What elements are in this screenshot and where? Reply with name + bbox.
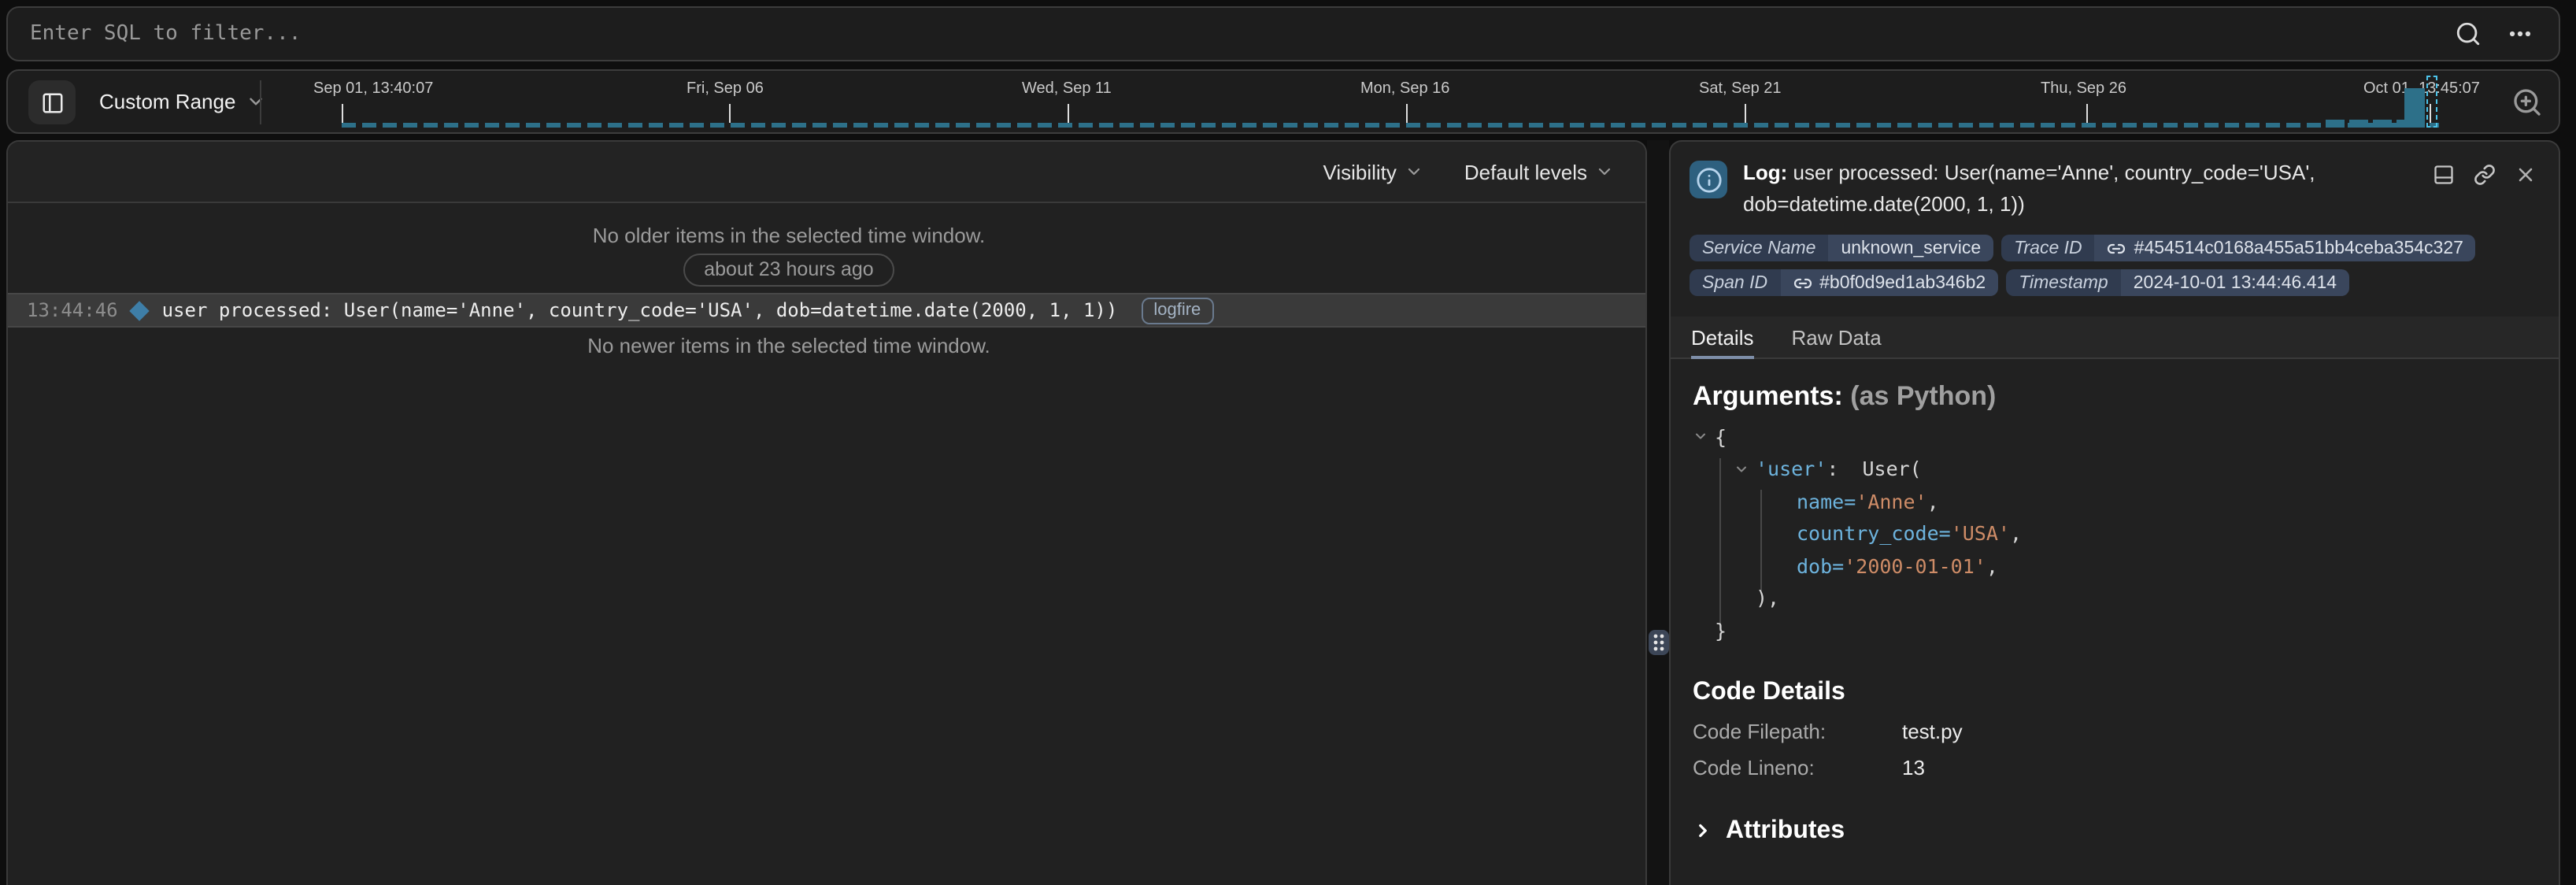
log-list-panel: Visibility Default levels No older items… [6,140,1647,885]
info-icon [1690,161,1727,198]
code-line: } [1693,614,2537,646]
timeline-tick-mark [342,104,343,123]
log-timestamp: 13:44:46 [27,299,118,321]
timeline-tick-mark [2086,104,2088,123]
histogram-bar [2373,120,2392,128]
metadata-badge: Timestamp2024-10-01 13:44:46.414 [2006,269,2349,296]
badge-label: Span ID [1690,269,1780,296]
timeline-tick-label: Thu, Sep 26 [2041,80,2126,98]
code-detail-label: Code Lineno: [1693,755,1902,779]
log-level-diamond-icon [129,300,149,320]
code-line: ), [1693,582,2537,614]
log-detail-panel: Log: user processed: User(name='Anne', c… [1669,140,2560,885]
badge-value: 2024-10-01 13:44:46.414 [2121,269,2349,296]
arguments-heading: Arguments: (as Python) [1693,381,2537,413]
code-line: { [1693,420,2537,453]
detail-title: Log: user processed: User(name='Anne', c… [1743,157,2360,220]
timeline-cursor[interactable] [2426,76,2437,128]
time-ago-badge: about 23 hours ago [683,254,894,287]
default-levels-label: Default levels [1464,160,1587,183]
detail-tabs: Details Raw Data [1671,317,2559,359]
tab-raw-data[interactable]: Raw Data [1792,317,1882,357]
badge-row: Span ID#b0f0d9ed1ab346b2 Timestamp2024-10… [1690,269,2540,296]
attributes-toggle[interactable]: Attributes [1693,816,2537,845]
code-line: 'user': User( [1693,453,2537,485]
detail-body: Arguments: (as Python) {'user': User(nam… [1671,359,2559,845]
link-icon[interactable] [2108,239,2126,257]
panel-resizer[interactable] [1647,140,1669,885]
code-detail-row: Code Filepath:test.py [1693,719,2537,742]
attributes-label: Attributes [1726,816,1845,845]
metadata-badge: Trace ID#454514c0168a455a51bb4ceba354c32… [2001,235,2476,261]
timeline-tick-label: Sat, Sep 21 [1699,80,1782,98]
logfire-app: Custom Range Sep 01, 13:40:07Fri, Sep 06… [0,0,2576,885]
visibility-dropdown[interactable]: Visibility [1323,160,1423,183]
badge-value[interactable]: #454514c0168a455a51bb4ceba354c327 [2095,235,2476,261]
default-levels-dropdown[interactable]: Default levels [1464,160,1614,183]
metadata-badges: Service Nameunknown_service Trace ID#4545… [1671,220,2559,296]
no-newer-items-note: No newer items in the selected time wind… [8,334,1645,357]
chevron-down-icon [1595,162,1614,181]
drag-handle-icon[interactable] [1648,630,1668,655]
arguments-code-tree: {'user': User(name='Anne',country_code='… [1693,420,2537,646]
detail-title-message: user processed: User(name='Anne', countr… [1743,161,2315,216]
timeline-bar: Custom Range Sep 01, 13:40:07Fri, Sep 06… [6,69,2560,134]
log-row[interactable]: 13:44:46 user processed: User(name='Anne… [8,293,1645,328]
log-message: user processed: User(name='Anne', countr… [162,299,1118,321]
histogram-spike-bar [2404,88,2425,128]
code-line: country_code='USA', [1693,517,2537,550]
metadata-badge: Span ID#b0f0d9ed1ab346b2 [1690,269,1998,296]
histogram-bar [2326,120,2345,128]
histogram-bar [2349,120,2368,128]
code-detail-value: test.py [1902,719,1963,742]
sql-filter-input[interactable] [8,8,2455,60]
code-detail-row: Code Lineno:13 [1693,755,2537,779]
timeline-tick-mark [1068,104,1069,123]
code-details-heading: Code Details [1693,678,2537,706]
timeline-tick-mark [729,104,731,123]
badge-label: Trace ID [2001,235,2095,261]
code-line: dob='2000-01-01', [1693,550,2537,582]
copy-link-icon[interactable] [2474,164,2496,186]
code-details-rows: Code Filepath:test.pyCode Lineno:13 [1693,719,2537,779]
badge-label: Timestamp [2006,269,2121,296]
dock-panel-icon[interactable] [2433,164,2455,186]
collapse-chevron-icon[interactable] [1693,429,1708,445]
code-detail-value: 13 [1902,755,1925,779]
detail-title-prefix: Log: [1743,161,1787,184]
badge-value[interactable]: #b0f0d9ed1ab346b2 [1780,269,1998,296]
search-icon[interactable] [2455,20,2482,47]
visibility-label: Visibility [1323,160,1396,183]
timeline-tick-mark [1406,104,1408,123]
timeline-tick-label: Sep 01, 13:40:07 [313,80,433,98]
ellipsis-menu-icon[interactable] [2507,20,2533,47]
timeline-tick-label: Wed, Sep 11 [1022,80,1112,98]
badge-label: Service Name [1690,235,1828,261]
log-list-toolbar: Visibility Default levels [8,142,1645,203]
chevron-right-icon [1693,820,1713,841]
sql-filter-bar [6,6,2560,61]
close-icon[interactable] [2515,164,2537,186]
code-detail-label: Code Filepath: [1693,719,1902,742]
timeline-tick-label: Mon, Sep 16 [1360,80,1449,98]
badge-value: unknown_service [1828,235,1993,261]
metadata-badge: Service Nameunknown_service [1690,235,1993,261]
chevron-down-icon [1405,162,1423,181]
timeline-tick-label: Fri, Sep 06 [687,80,764,98]
collapse-chevron-icon[interactable] [1734,461,1749,477]
timeline-tick-mark [1745,104,1746,123]
log-tag: logfire [1141,297,1213,324]
no-older-items-note: No older items in the selected time wind… [8,224,1645,247]
detail-header: Log: user processed: User(name='Anne', c… [1671,142,2559,220]
tab-details[interactable]: Details [1691,317,1754,357]
timeline-track[interactable]: Sep 01, 13:40:07 Fri, Sep 06 Wed, Sep 11 Mo… [8,71,2559,132]
code-line: name='Anne', [1693,485,2537,517]
badge-row: Service Nameunknown_service Trace ID#4545… [1690,235,2540,261]
link-icon[interactable] [1793,273,1812,292]
zoom-in-icon[interactable] [2511,87,2543,118]
timeline-histogram-baseline [342,123,2439,128]
